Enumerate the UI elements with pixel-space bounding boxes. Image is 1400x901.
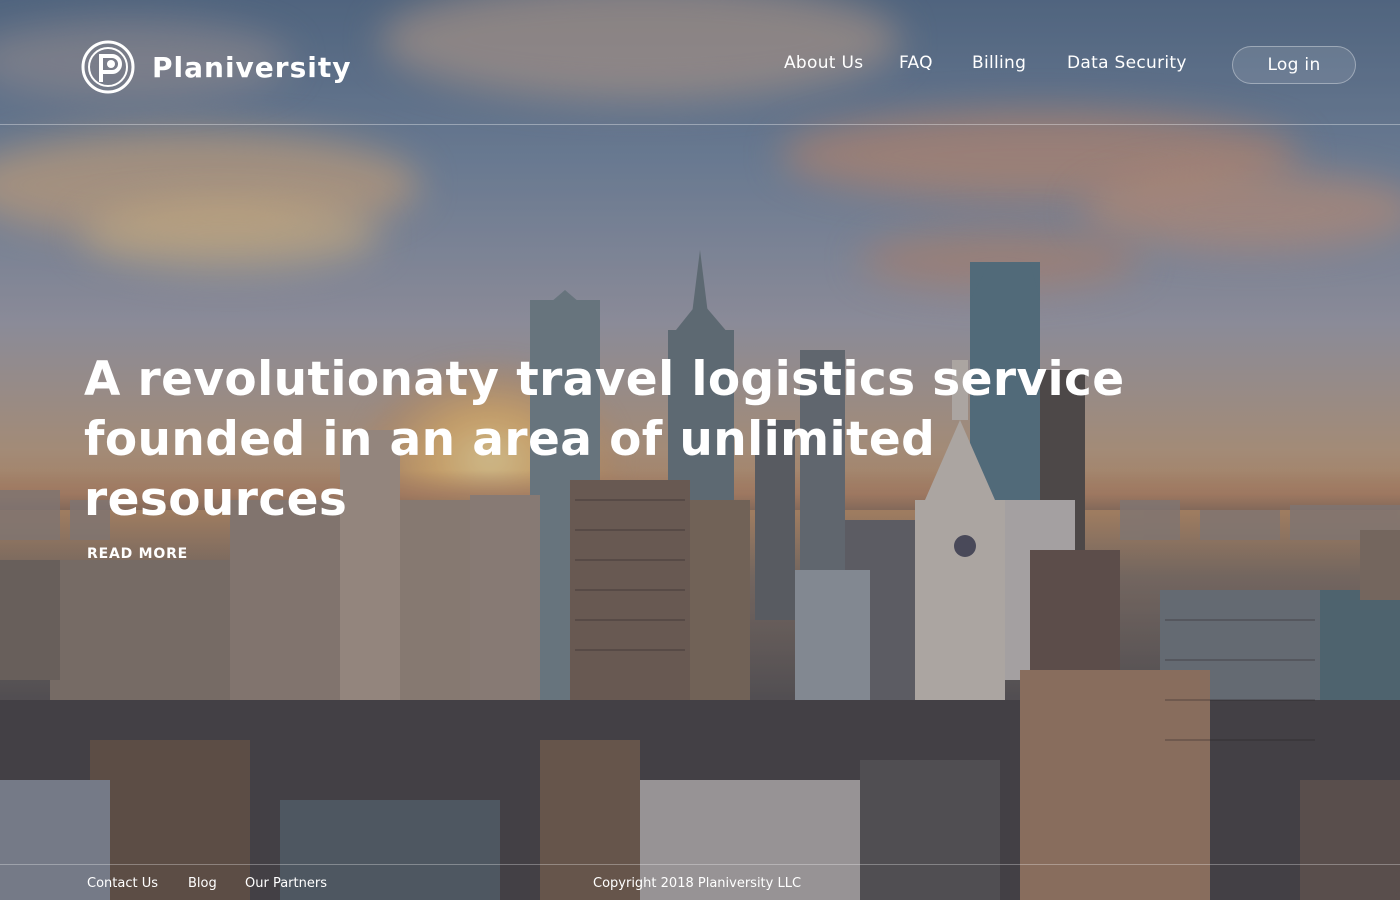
hero-title-line-2: founded in an area of unlimited resource… — [84, 412, 936, 527]
login-button[interactable]: Log in — [1232, 46, 1356, 84]
read-more-link[interactable]: READ MORE — [87, 546, 188, 562]
nav-about-us[interactable]: About Us — [784, 53, 863, 73]
site-footer: Contact Us Blog Our Partners Copyright 2… — [0, 864, 1400, 901]
footer-copyright: Copyright 2018 Planiversity LLC — [593, 876, 802, 891]
nav-faq[interactable]: FAQ — [899, 53, 933, 73]
site-header: Planiversity About Us FAQ Billing Data S… — [0, 0, 1400, 125]
planiversity-logo-icon — [81, 40, 135, 94]
footer-contact-us[interactable]: Contact Us — [87, 876, 158, 891]
footer-our-partners[interactable]: Our Partners — [245, 876, 327, 891]
hero-title-line-1: A revolutionaty travel logistics service — [84, 352, 1125, 407]
nav-billing[interactable]: Billing — [972, 53, 1026, 73]
hero-title: A revolutionaty travel logistics service… — [84, 350, 1164, 530]
footer-blog[interactable]: Blog — [188, 876, 217, 891]
brand-name: Planiversity — [152, 50, 352, 84]
brand-link[interactable]: Planiversity — [81, 40, 352, 94]
nav-data-security[interactable]: Data Security — [1067, 53, 1187, 73]
